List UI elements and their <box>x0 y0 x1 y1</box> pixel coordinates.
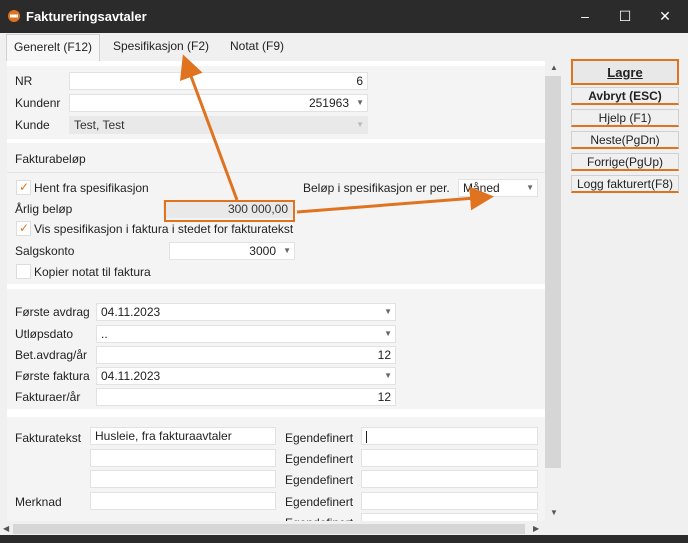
faktureringsavtaler-window: Faktureringsavtaler – ☐ ✕ Generelt (F12)… <box>0 0 688 543</box>
arrow-to-spesifikasjon-tab <box>180 54 239 201</box>
arrow-to-period-dropdown <box>296 186 494 214</box>
annotation-arrows <box>180 54 494 214</box>
bottom-edge <box>0 535 688 543</box>
